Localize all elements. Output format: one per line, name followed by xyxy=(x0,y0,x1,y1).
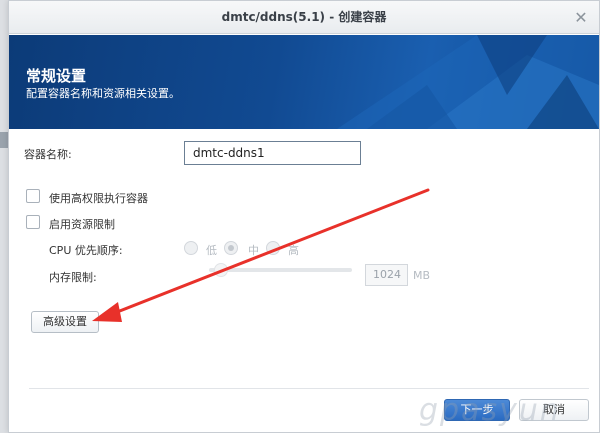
dialog-title: dmtc/ddns(5.1) - 创建容器 xyxy=(221,10,387,24)
container-name-input[interactable] xyxy=(184,141,361,165)
privileged-checkbox[interactable] xyxy=(26,189,40,203)
memory-limit-input[interactable]: 1024 xyxy=(365,264,408,286)
cpu-priority-high-label: 高 xyxy=(288,244,299,257)
banner-title: 常规设置 xyxy=(26,67,87,85)
advanced-settings-button[interactable]: 高级设置 xyxy=(31,311,99,333)
memory-unit-label: MB xyxy=(413,269,431,282)
background-strip xyxy=(0,132,8,148)
dialog-titlebar: dmtc/ddns(5.1) - 创建容器 ✕ xyxy=(9,1,599,34)
close-icon[interactable]: ✕ xyxy=(571,1,591,34)
memory-limit-slider-handle[interactable] xyxy=(214,263,228,277)
container-name-label: 容器名称: xyxy=(24,148,72,161)
privileged-label: 使用高权限执行容器 xyxy=(49,192,148,205)
cpu-priority-low-radio[interactable] xyxy=(184,241,198,255)
memory-limit-label: 内存限制: xyxy=(49,271,97,284)
create-container-dialog: dmtc/ddns(5.1) - 创建容器 ✕ 常规设置 配置容器名称和资源相关… xyxy=(8,0,600,433)
next-button[interactable]: 下一步 xyxy=(444,399,510,421)
banner-subtitle: 配置容器名称和资源相关设置。 xyxy=(26,87,180,100)
cancel-button[interactable]: 取消 xyxy=(519,399,589,421)
header-banner: 常规设置 配置容器名称和资源相关设置。 xyxy=(9,35,599,129)
banner-decoration xyxy=(337,35,599,129)
cpu-priority-medium-radio[interactable] xyxy=(224,241,238,255)
cpu-priority-low-label: 低 xyxy=(206,244,217,257)
resource-limit-label: 启用资源限制 xyxy=(49,218,115,231)
memory-limit-slider-track[interactable] xyxy=(209,268,352,272)
cpu-priority-medium-label: 中 xyxy=(248,244,259,257)
cpu-priority-high-radio[interactable] xyxy=(266,241,280,255)
footer-divider xyxy=(29,388,589,389)
resource-limit-checkbox[interactable] xyxy=(26,215,40,229)
cpu-priority-label: CPU 优先顺序: xyxy=(49,244,123,257)
